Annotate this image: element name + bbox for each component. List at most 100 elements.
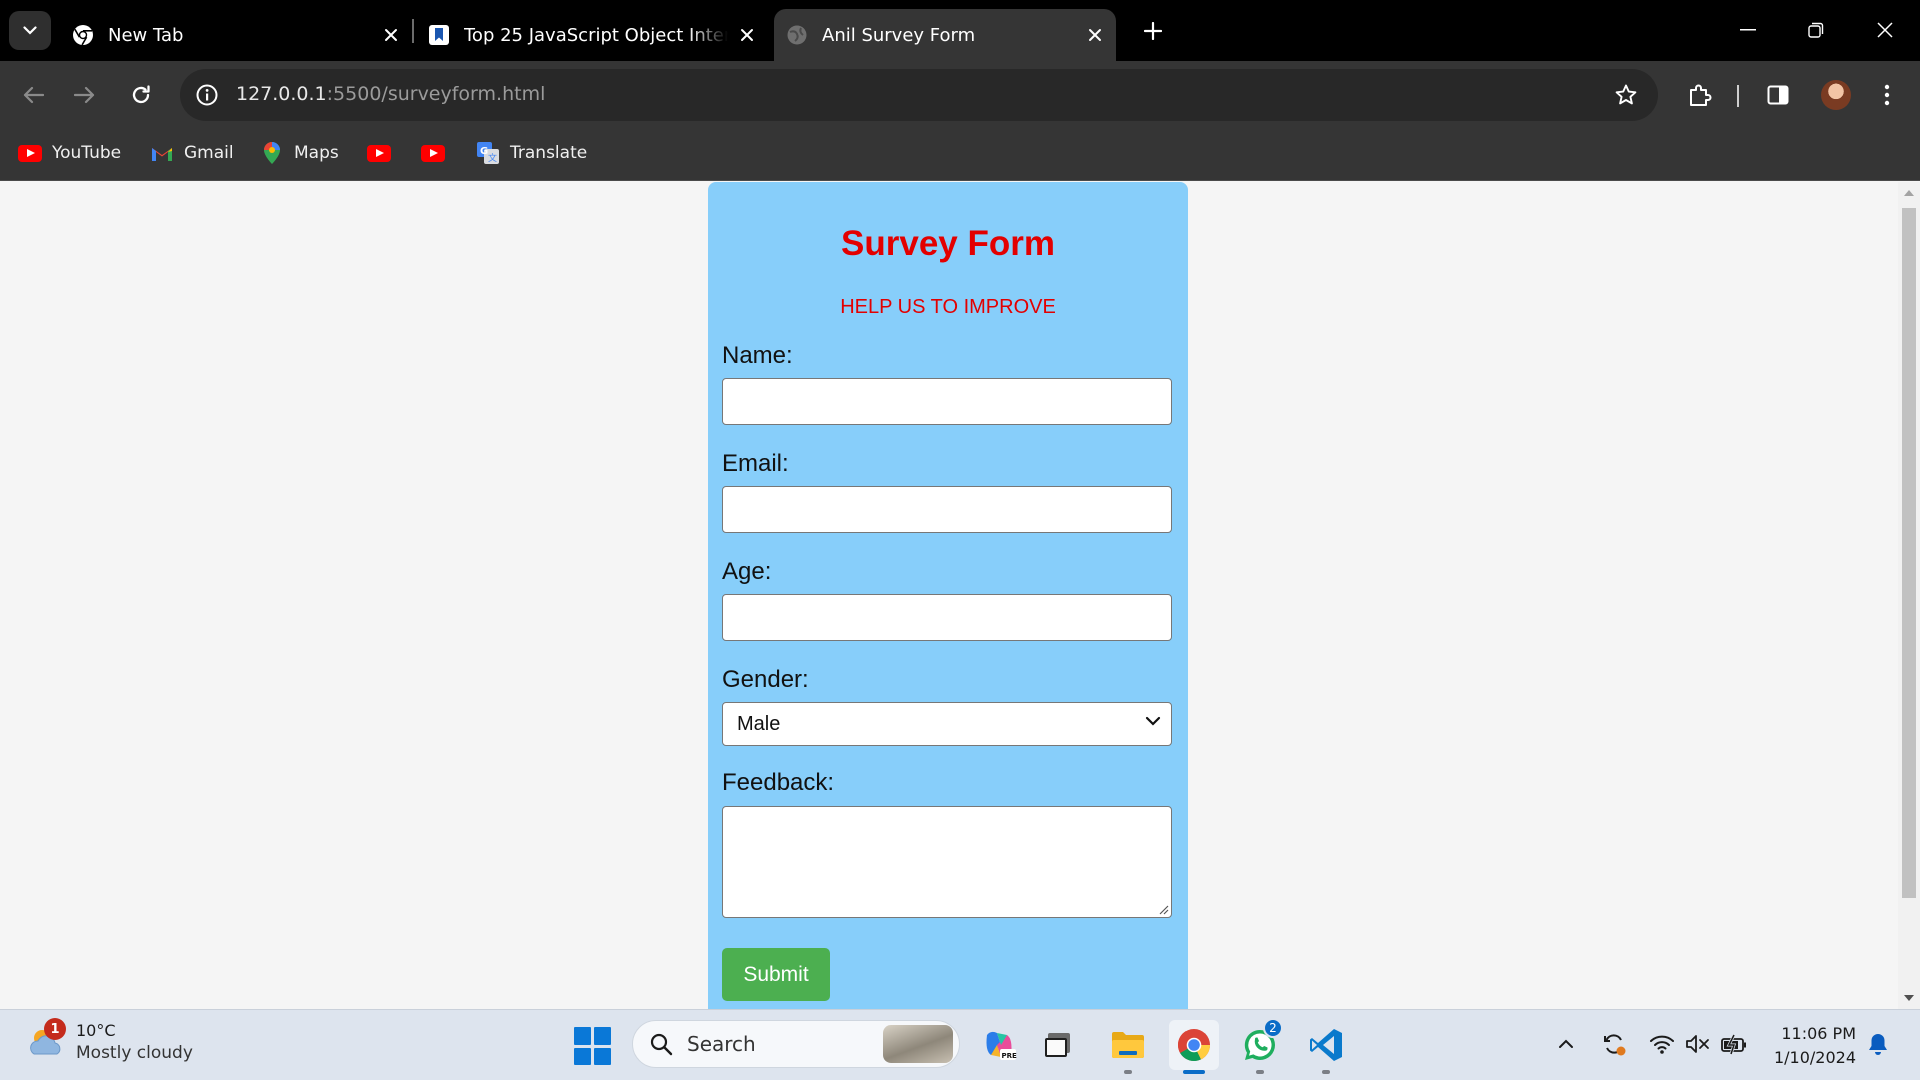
cloudy-weather-icon: 1 xyxy=(26,1018,66,1062)
bookmark-gmail[interactable]: Gmail xyxy=(150,139,234,167)
tab-new-tab[interactable]: New Tab xyxy=(72,9,402,61)
taskbar-search[interactable]: Search xyxy=(632,1020,960,1068)
search-label: Search xyxy=(687,1032,756,1056)
bookmark-star-icon[interactable] xyxy=(1612,81,1640,109)
email-input[interactable] xyxy=(722,486,1172,533)
address-bar[interactable]: 127.0.0.1:5500/surveyform.html xyxy=(180,69,1658,121)
profile-avatar[interactable] xyxy=(1821,80,1851,110)
whatsapp-app[interactable]: 2 xyxy=(1235,1018,1285,1074)
reload-button[interactable] xyxy=(121,75,161,115)
maps-pin-icon xyxy=(260,142,284,164)
close-icon[interactable] xyxy=(736,24,758,46)
minimize-icon xyxy=(1740,29,1756,31)
tab-anil-survey-form[interactable]: Anil Survey Form xyxy=(774,9,1116,61)
windows-logo-icon xyxy=(574,1027,591,1045)
translate-icon: G文 xyxy=(476,142,500,164)
age-label: Age: xyxy=(722,558,772,585)
more-vertical-icon xyxy=(1884,84,1890,106)
vscode-app[interactable] xyxy=(1301,1020,1351,1074)
bookmark-youtube-2[interactable] xyxy=(367,139,401,167)
file-explorer-app[interactable] xyxy=(1103,1020,1153,1074)
clock-date: 1/10/2024 xyxy=(1773,1048,1856,1067)
tab-title: Anil Survey Form xyxy=(822,24,976,46)
feedback-label: Feedback: xyxy=(722,769,835,796)
whatsapp-badge: 2 xyxy=(1263,1018,1283,1038)
chrome-app[interactable] xyxy=(1169,1020,1219,1074)
menu-button[interactable] xyxy=(1867,75,1907,115)
minimize-button[interactable] xyxy=(1728,10,1768,50)
tab-javascript-questions[interactable]: Top 25 JavaScript Object Interview Quest… xyxy=(428,9,758,61)
page-viewport: Survey Form HELP US TO IMPROVE Name: Ema… xyxy=(0,182,1898,1009)
bookmark-maps[interactable]: Maps xyxy=(260,139,339,167)
resize-grip-icon[interactable] xyxy=(1157,903,1169,915)
search-icon xyxy=(650,1033,673,1056)
scroll-down-arrow-icon[interactable] xyxy=(1904,995,1914,1001)
search-highlight-image xyxy=(883,1025,953,1063)
plus-icon xyxy=(1144,22,1162,40)
gender-select[interactable]: Male xyxy=(722,702,1172,746)
gender-label: Gender: xyxy=(722,666,809,693)
windows-taskbar: 1 10°C Mostly cloudy Search PRE 2 11:06 … xyxy=(0,1009,1920,1080)
task-view-icon xyxy=(1045,1033,1070,1057)
start-button[interactable] xyxy=(574,1027,612,1065)
back-button[interactable] xyxy=(13,75,53,115)
bookmark-translate[interactable]: G文 Translate xyxy=(476,139,587,167)
svg-text:文: 文 xyxy=(488,152,497,164)
submit-button[interactable]: Submit xyxy=(722,948,830,1001)
arrow-right-icon xyxy=(74,86,95,104)
chrome-icon xyxy=(1177,1029,1210,1062)
sync-tray-icon[interactable] xyxy=(1600,1030,1628,1058)
scroll-up-arrow-icon[interactable] xyxy=(1904,190,1914,196)
folder-icon xyxy=(1112,1032,1144,1058)
bookmarks-bar: YouTube Gmail Maps G文 Translate xyxy=(0,127,1920,181)
age-input[interactable] xyxy=(722,594,1172,641)
bookmark-youtube[interactable]: YouTube xyxy=(18,139,121,167)
close-icon[interactable] xyxy=(1084,24,1106,46)
name-input[interactable] xyxy=(722,378,1172,425)
chevron-down-icon xyxy=(1145,716,1161,726)
vscode-icon xyxy=(1310,1029,1342,1061)
extensions-button[interactable] xyxy=(1680,75,1720,115)
toolbar-divider xyxy=(1737,85,1739,107)
weather-widget[interactable]: 1 10°C Mostly cloudy xyxy=(26,1018,193,1064)
tab-search-button[interactable] xyxy=(9,11,51,50)
svg-text:PRE: PRE xyxy=(1002,1052,1018,1060)
scroll-thumb[interactable] xyxy=(1902,208,1916,898)
restore-button[interactable] xyxy=(1796,10,1836,50)
close-icon[interactable] xyxy=(380,24,402,46)
email-label: Email: xyxy=(722,450,789,477)
copilot-icon: PRE xyxy=(986,1031,1018,1060)
tab-separator xyxy=(412,19,414,43)
puzzle-icon xyxy=(1690,84,1712,106)
wifi-icon[interactable] xyxy=(1648,1030,1676,1058)
feedback-textarea[interactable] xyxy=(722,806,1172,918)
bookmark-label: Translate xyxy=(510,143,588,163)
new-tab-button[interactable] xyxy=(1138,16,1168,46)
site-info-icon[interactable] xyxy=(193,81,221,109)
svg-text:G: G xyxy=(480,146,488,157)
form-subtitle: HELP US TO IMPROVE xyxy=(840,296,1056,318)
copilot-app[interactable]: PRE xyxy=(974,1020,1024,1070)
form-title: Survey Form xyxy=(841,224,1055,263)
url-text: 127.0.0.1:5500/surveyform.html xyxy=(236,83,545,105)
task-view-app[interactable] xyxy=(1033,1020,1083,1070)
volume-muted-icon[interactable] xyxy=(1684,1030,1712,1058)
side-panel-button[interactable] xyxy=(1758,75,1798,115)
clock-time: 11:06 PM xyxy=(1781,1024,1856,1043)
close-window-button[interactable] xyxy=(1865,10,1905,50)
youtube-icon xyxy=(421,143,445,163)
url-path: :5500/surveyform.html xyxy=(326,83,546,105)
notification-bell-icon[interactable] xyxy=(1864,1030,1892,1058)
vertical-scrollbar[interactable] xyxy=(1898,182,1920,1009)
system-clock[interactable]: 11:06 PM 1/10/2024 xyxy=(1768,1022,1856,1070)
gender-select-value: Male xyxy=(737,712,781,735)
show-hidden-icons-button[interactable] xyxy=(1552,1030,1580,1058)
browser-toolbar: 127.0.0.1:5500/surveyform.html xyxy=(0,61,1920,127)
bookmark-site-icon xyxy=(428,24,450,46)
chrome-icon xyxy=(72,24,94,46)
forward-button[interactable] xyxy=(65,75,105,115)
youtube-icon xyxy=(367,143,391,163)
bookmark-label: Maps xyxy=(294,143,339,163)
bookmark-youtube-3[interactable] xyxy=(421,139,455,167)
battery-charging-icon[interactable] xyxy=(1720,1030,1748,1058)
